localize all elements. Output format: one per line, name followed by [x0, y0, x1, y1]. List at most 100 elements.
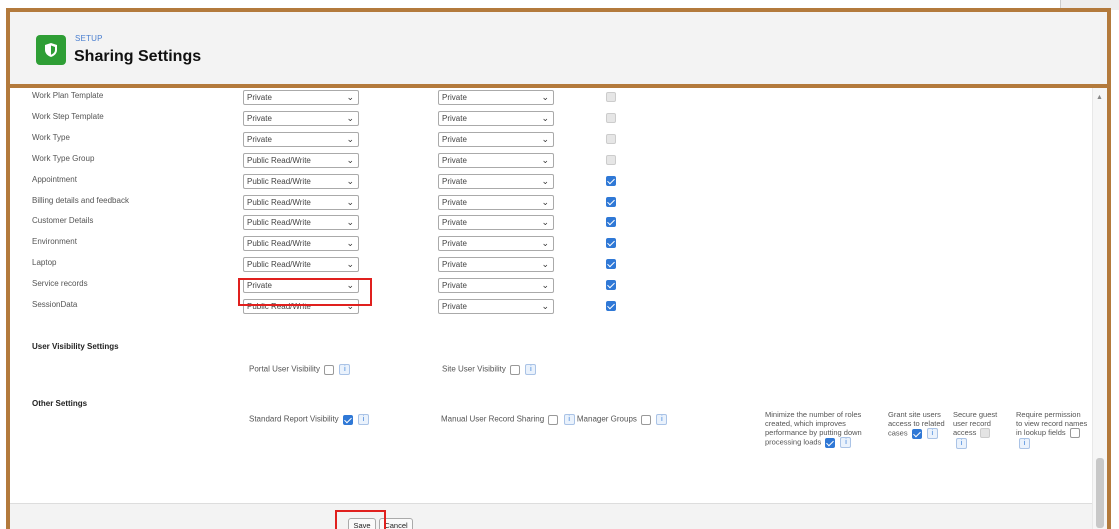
object-name: Work Type Group	[32, 153, 95, 163]
info-icon[interactable]: i	[840, 437, 852, 448]
grant-access-using-hierarchies-checkbox[interactable]	[606, 217, 616, 228]
default-external-access-select[interactable]: Private ⌄	[438, 110, 554, 126]
chevron-down-icon: ⌄	[541, 92, 549, 102]
default-internal-access-select[interactable]: Public Read/Write ⌄	[243, 152, 359, 168]
chevron-down-icon: ⌄	[541, 259, 549, 270]
chevron-down-icon: ⌄	[541, 175, 549, 186]
chevron-down-icon: ⌄	[346, 217, 354, 228]
require-permission-setting: Require permission to view record names …	[1016, 410, 1088, 450]
manual-sharing-checkbox[interactable]	[548, 414, 559, 425]
secure-guest-label: Secure guest user record access	[953, 410, 998, 437]
default-internal-access-select[interactable]: Public Read/Write ⌄	[243, 257, 359, 273]
page-header: SETUP Sharing Settings	[10, 12, 1107, 88]
default-internal-access-select[interactable]: Private ⌄	[243, 131, 359, 147]
scroll-up-icon[interactable]: ▲	[1096, 94, 1103, 101]
highlight-save	[335, 510, 386, 529]
secure-guest-setting: Secure guest user record access i	[953, 410, 1005, 450]
default-external-access-select[interactable]: Private ⌄	[438, 90, 554, 105]
grant-access-using-hierarchies-checkbox[interactable]	[606, 196, 616, 207]
scroll-thumb[interactable]	[1096, 458, 1104, 528]
grant-site-users-setting: Grant site users access to related cases…	[888, 410, 950, 439]
require-permission-checkbox[interactable]	[1069, 428, 1080, 439]
chevron-down-icon: ⌄	[346, 133, 354, 144]
vertical-scrollbar[interactable]: ▲	[1092, 88, 1107, 529]
chevron-down-icon: ⌄	[541, 217, 549, 228]
info-icon[interactable]: i	[339, 364, 351, 375]
selected-value: Private	[442, 281, 467, 291]
selected-value: Private	[247, 113, 272, 123]
default-internal-access-select[interactable]: Private ⌄	[243, 110, 359, 126]
default-internal-access-select[interactable]: Public Read/Write ⌄	[243, 236, 359, 252]
default-external-access-select[interactable]: Private ⌄	[438, 215, 554, 231]
object-name: Service records	[32, 279, 88, 289]
selected-value: Private	[442, 197, 467, 207]
other-settings-heading: Other Settings	[32, 399, 88, 408]
info-icon[interactable]: i	[563, 414, 575, 425]
table-row: Work Type Private ⌄ Private ⌄	[10, 130, 710, 151]
grant-access-using-hierarchies-checkbox	[606, 92, 616, 102]
site-user-visibility-label: Site User Visibility	[442, 364, 506, 374]
selected-value: Public Read/Write	[247, 197, 311, 207]
portal-user-visibility: Portal User Visibility i	[249, 364, 351, 375]
info-icon[interactable]: i	[358, 414, 370, 425]
selected-value: Public Read/Write	[247, 260, 311, 270]
manual-sharing-label: Manual User Record Sharing	[441, 414, 545, 424]
grant-access-using-hierarchies-checkbox[interactable]	[606, 280, 616, 291]
info-icon[interactable]: i	[926, 428, 938, 439]
standard-report-visibility: Standard Report Visibility i	[249, 414, 370, 425]
site-user-visibility-checkbox[interactable]	[510, 364, 521, 375]
grant-access-using-hierarchies-checkbox[interactable]	[606, 259, 616, 270]
table-row: Laptop Public Read/Write ⌄ Private ⌄	[10, 255, 710, 276]
info-icon[interactable]: i	[1019, 438, 1030, 450]
default-external-access-select[interactable]: Private ⌄	[438, 257, 554, 273]
info-icon[interactable]: i	[525, 364, 537, 375]
object-name: Work Step Template	[32, 111, 104, 121]
default-internal-access-select[interactable]: Private ⌄	[243, 90, 359, 105]
default-external-access-select[interactable]: Private ⌄	[438, 299, 554, 314]
default-external-access-select[interactable]: Private ⌄	[438, 278, 554, 294]
grant-access-using-hierarchies-checkbox[interactable]	[606, 238, 616, 249]
selected-value: Private	[442, 155, 467, 165]
grant-site-users-checkbox[interactable]	[911, 428, 922, 439]
chevron-down-icon: ⌄	[346, 175, 354, 186]
object-name: Laptop	[32, 258, 57, 268]
chevron-down-icon: ⌄	[346, 259, 354, 270]
portal-user-visibility-checkbox[interactable]	[324, 364, 335, 375]
manager-groups-checkbox[interactable]	[641, 414, 652, 425]
standard-report-visibility-checkbox[interactable]	[342, 414, 353, 425]
grant-access-using-hierarchies-checkbox[interactable]	[606, 301, 616, 311]
default-external-access-select[interactable]: Private ⌄	[438, 152, 554, 168]
chevron-down-icon: ⌄	[541, 133, 549, 144]
object-name: SessionData	[32, 300, 78, 309]
minimize-roles-checkbox[interactable]	[825, 437, 836, 448]
selected-value: Private	[442, 134, 467, 144]
chevron-down-icon: ⌄	[346, 154, 354, 165]
user-visibility-heading: User Visibility Settings	[32, 342, 119, 351]
setup-frame: SETUP Sharing Settings Work Plan Templat…	[6, 8, 1111, 529]
selected-value: Private	[442, 302, 467, 311]
object-name: Work Plan Template	[32, 91, 104, 100]
selected-value: Private	[247, 134, 272, 144]
minimize-roles-setting: Minimize the number of roles created, wh…	[765, 410, 883, 448]
selected-value: Private	[442, 113, 467, 123]
chevron-down-icon: ⌄	[346, 92, 354, 102]
default-external-access-select[interactable]: Private ⌄	[438, 131, 554, 147]
grant-access-using-hierarchies-checkbox	[606, 133, 616, 144]
default-external-access-select[interactable]: Private ⌄	[438, 194, 554, 210]
info-icon[interactable]: i	[656, 414, 668, 425]
default-internal-access-select[interactable]: Public Read/Write ⌄	[243, 173, 359, 189]
default-internal-access-select[interactable]: Public Read/Write ⌄	[243, 194, 359, 210]
selected-value: Public Read/Write	[247, 176, 311, 186]
table-row: Customer Details Public Read/Write ⌄ Privat…	[10, 213, 710, 234]
main-content: Work Plan Template Private ⌄ Private ⌄ Work S…	[10, 88, 1093, 529]
table-row: Billing details and feedback Public Read/…	[10, 193, 710, 214]
site-user-visibility: Site User Visibility i	[442, 364, 537, 375]
info-icon[interactable]: i	[956, 438, 967, 450]
default-external-access-select[interactable]: Private ⌄	[438, 173, 554, 189]
default-external-access-select[interactable]: Private ⌄	[438, 236, 554, 252]
selected-value: Private	[442, 260, 467, 270]
table-row: Work Plan Template Private ⌄ Private ⌄	[10, 88, 710, 109]
selected-value: Private	[442, 176, 467, 186]
default-internal-access-select[interactable]: Public Read/Write ⌄	[243, 215, 359, 231]
grant-access-using-hierarchies-checkbox[interactable]	[606, 175, 616, 186]
